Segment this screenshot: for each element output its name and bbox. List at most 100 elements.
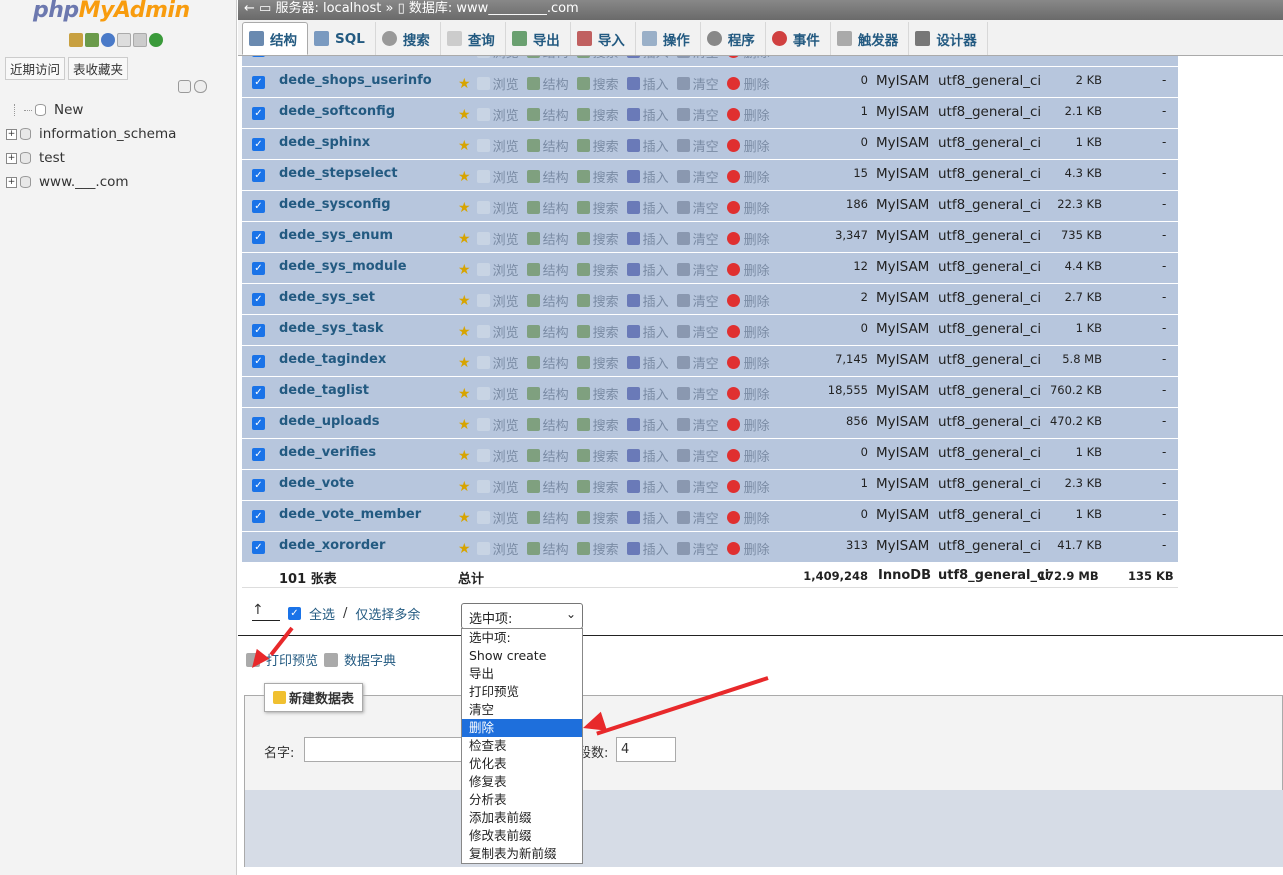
- action-empty-link[interactable]: 清空: [693, 291, 719, 310]
- action-structure-link[interactable]: 结构: [543, 229, 569, 248]
- action-empty-link[interactable]: 清空: [693, 353, 719, 372]
- action-drop-link[interactable]: 删除: [744, 136, 770, 155]
- action-drop-link[interactable]: 删除: [744, 291, 770, 310]
- link-icon[interactable]: [194, 80, 207, 93]
- action-drop-link[interactable]: 删除: [744, 508, 770, 527]
- dropdown-option[interactable]: 清空: [462, 701, 582, 719]
- star-icon[interactable]: ★: [458, 76, 471, 92]
- action-drop-link[interactable]: 删除: [744, 167, 770, 186]
- table-name-link[interactable]: dede_sys_set: [279, 290, 375, 305]
- action-insert-link[interactable]: 插入: [643, 136, 669, 155]
- action-browse-link[interactable]: 浏览: [493, 260, 519, 279]
- table-name-link[interactable]: dede_sys_enum: [279, 228, 393, 243]
- action-browse-link[interactable]: 浏览: [493, 74, 519, 93]
- row-checkbox[interactable]: ✓: [252, 138, 265, 151]
- action-insert-link[interactable]: 插入: [643, 384, 669, 403]
- dropdown-option[interactable]: 删除: [462, 719, 582, 737]
- row-checkbox[interactable]: ✓: [252, 293, 265, 306]
- tab-designer[interactable]: 设计器: [909, 22, 988, 55]
- row-checkbox[interactable]: ✓: [252, 107, 265, 120]
- action-drop-link[interactable]: 删除: [744, 384, 770, 403]
- action-drop-link[interactable]: 删除: [744, 56, 770, 61]
- action-browse-link[interactable]: 浏览: [493, 415, 519, 434]
- action-drop-link[interactable]: 删除: [744, 229, 770, 248]
- table-name-link[interactable]: dede_stepselect: [279, 166, 398, 181]
- action-browse-link[interactable]: 浏览: [493, 477, 519, 496]
- tab-sql[interactable]: SQL: [308, 22, 376, 55]
- action-browse-link[interactable]: 浏览: [493, 322, 519, 341]
- action-empty-link[interactable]: 清空: [693, 446, 719, 465]
- star-icon[interactable]: ★: [458, 231, 471, 247]
- action-drop-link[interactable]: 删除: [744, 539, 770, 558]
- help-icon[interactable]: [101, 33, 115, 47]
- action-insert-link[interactable]: 插入: [643, 56, 669, 61]
- action-insert-link[interactable]: 插入: [643, 260, 669, 279]
- action-empty-link[interactable]: 清空: [693, 56, 719, 61]
- action-structure-link[interactable]: 结构: [543, 384, 569, 403]
- action-search-link[interactable]: 搜索: [593, 167, 619, 186]
- with-selected-select[interactable]: 选中项: ⌄: [461, 603, 583, 629]
- action-empty-link[interactable]: 清空: [693, 384, 719, 403]
- action-browse-link[interactable]: 浏览: [493, 539, 519, 558]
- table-name-link[interactable]: dede_taglist: [279, 383, 369, 398]
- tree-item-test[interactable]: + test: [6, 150, 65, 166]
- expand-icon[interactable]: +: [6, 176, 17, 188]
- action-insert-link[interactable]: 插入: [643, 105, 669, 124]
- star-icon[interactable]: ★: [458, 293, 471, 309]
- tab-export[interactable]: 导出: [506, 22, 571, 55]
- action-drop-link[interactable]: 删除: [744, 446, 770, 465]
- action-search-link[interactable]: 搜索: [593, 74, 619, 93]
- star-icon[interactable]: ★: [458, 355, 471, 371]
- reload-icon[interactable]: [149, 33, 163, 47]
- phpmyadmin-logo[interactable]: phpMyAdmin: [33, 0, 190, 23]
- action-structure-link[interactable]: 结构: [543, 322, 569, 341]
- tab-events[interactable]: 事件: [766, 22, 831, 55]
- star-icon[interactable]: ★: [458, 479, 471, 495]
- action-search-link[interactable]: 搜索: [593, 198, 619, 217]
- action-structure-link[interactable]: 结构: [543, 167, 569, 186]
- tab-search[interactable]: 搜索: [376, 22, 441, 55]
- back-icon[interactable]: ←: [244, 1, 259, 16]
- dropdown-option[interactable]: Show create: [462, 647, 582, 665]
- action-empty-link[interactable]: 清空: [693, 74, 719, 93]
- action-search-link[interactable]: 搜索: [593, 136, 619, 155]
- table-name-link[interactable]: dede_softconfig: [279, 104, 395, 119]
- action-insert-link[interactable]: 插入: [643, 167, 669, 186]
- action-browse-link[interactable]: 浏览: [493, 105, 519, 124]
- home-icon[interactable]: [69, 33, 83, 47]
- star-icon[interactable]: ★: [458, 541, 471, 557]
- table-name-link[interactable]: dede_sys_task: [279, 321, 384, 336]
- action-search-link[interactable]: 搜索: [593, 105, 619, 124]
- row-checkbox[interactable]: ✓: [252, 56, 265, 57]
- tab-routines[interactable]: 程序: [701, 22, 766, 55]
- action-insert-link[interactable]: 插入: [643, 446, 669, 465]
- check-all-checkbox[interactable]: ✓: [288, 607, 301, 620]
- action-search-link[interactable]: 搜索: [593, 477, 619, 496]
- action-empty-link[interactable]: 清空: [693, 105, 719, 124]
- action-structure-link[interactable]: 结构: [543, 56, 569, 61]
- action-empty-link[interactable]: 清空: [693, 136, 719, 155]
- action-empty-link[interactable]: 清空: [693, 229, 719, 248]
- action-structure-link[interactable]: 结构: [543, 105, 569, 124]
- row-checkbox[interactable]: ✓: [252, 417, 265, 430]
- tab-query[interactable]: 查询: [441, 22, 506, 55]
- action-insert-link[interactable]: 插入: [643, 508, 669, 527]
- dropdown-option[interactable]: 优化表: [462, 755, 582, 773]
- action-empty-link[interactable]: 清空: [693, 167, 719, 186]
- star-icon[interactable]: ★: [458, 107, 471, 123]
- check-overhead-label[interactable]: 仅选择多余: [355, 604, 420, 623]
- check-all-label[interactable]: 全选: [309, 604, 335, 623]
- recent-button[interactable]: 近期访问: [5, 57, 66, 80]
- action-structure-link[interactable]: 结构: [543, 260, 569, 279]
- row-checkbox[interactable]: ✓: [252, 479, 265, 492]
- tree-item-www[interactable]: + www.___.com: [6, 174, 129, 190]
- action-search-link[interactable]: 搜索: [593, 291, 619, 310]
- breadcrumb-server[interactable]: localhost: [323, 1, 381, 16]
- row-checkbox[interactable]: ✓: [252, 324, 265, 337]
- row-checkbox[interactable]: ✓: [252, 541, 265, 554]
- action-browse-link[interactable]: 浏览: [493, 198, 519, 217]
- action-insert-link[interactable]: 插入: [643, 322, 669, 341]
- action-drop-link[interactable]: 删除: [744, 477, 770, 496]
- star-icon[interactable]: ★: [458, 262, 471, 278]
- tree-item-information-schema[interactable]: + information_schema: [6, 126, 176, 142]
